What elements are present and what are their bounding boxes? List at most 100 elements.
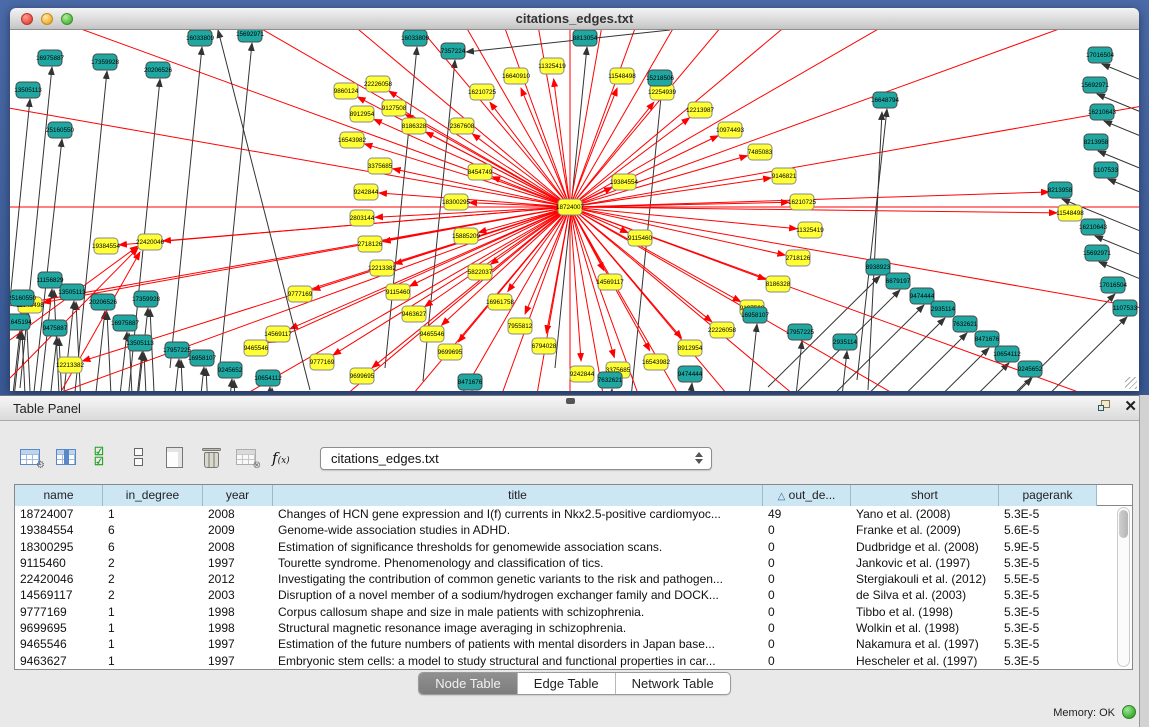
graph-edge[interactable]	[150, 309, 164, 391]
graph-edge[interactable]	[174, 367, 204, 391]
clear-selection-icon[interactable]	[126, 445, 153, 471]
table-tabs-bar: Node Table Edge Table Network Table	[0, 672, 1149, 695]
table-row[interactable]: 2242004622012Investigating the contribut…	[15, 571, 1132, 587]
table-row[interactable]: 1938455462009Genome-wide association stu…	[15, 522, 1132, 538]
column-header-name[interactable]: name	[15, 485, 103, 506]
table-cell: 5.3E-5	[999, 604, 1097, 620]
graph-node-label: 12213382	[368, 265, 397, 272]
select-rows-icon[interactable]	[90, 445, 117, 471]
graph-edge[interactable]	[570, 30, 1139, 207]
graph-edge[interactable]	[570, 30, 796, 207]
graph-node-label: 16210643	[1079, 224, 1108, 231]
canvas-resize-grip[interactable]	[1125, 377, 1137, 389]
graph-edge[interactable]	[855, 333, 967, 391]
table-cell: 0	[763, 636, 851, 652]
graph-node-label: 2935114	[931, 306, 956, 313]
graph-edge[interactable]	[570, 30, 1139, 207]
graph-node-label: 2718126	[786, 255, 811, 262]
graph-edge[interactable]	[1015, 317, 1127, 391]
table-row[interactable]: 946554611997Estimation of the future num…	[15, 636, 1132, 652]
graph-edge[interactable]	[272, 388, 286, 391]
graph-edge[interactable]	[582, 389, 612, 391]
table-row[interactable]: 977716911998Corpus callosum shape and si…	[15, 604, 1132, 620]
column-header-pagerank[interactable]: pagerank	[999, 485, 1097, 506]
graph-edge[interactable]	[857, 109, 887, 380]
graph-edge[interactable]	[570, 207, 682, 338]
graph-edge[interactable]	[570, 30, 1139, 207]
table-panel-title: Table Panel	[13, 401, 81, 416]
table-cell: 2003	[203, 587, 273, 603]
graph-edge[interactable]	[1108, 179, 1139, 215]
column-header-in_degree[interactable]: in_degree	[103, 485, 203, 506]
graph-edge[interactable]	[234, 380, 248, 391]
graph-edge[interactable]	[1104, 121, 1139, 157]
table-panel-header: Table Panel ✕	[0, 396, 1149, 421]
graph-node-label: 12213987	[686, 107, 715, 114]
tab-node-table[interactable]: Node Table	[419, 673, 518, 694]
table-selector-dropdown[interactable]: citations_edges.txt	[320, 447, 712, 470]
graph-node-label: 11548498	[1056, 210, 1084, 217]
close-panel-icon[interactable]: ✕	[1124, 400, 1137, 413]
graph-node-label: 7632621	[953, 321, 978, 328]
graph-edge[interactable]	[405, 114, 570, 207]
table-cell: 5.3E-5	[999, 506, 1097, 522]
table-row[interactable]: 969969511998Structural magnetic resonanc…	[15, 620, 1132, 636]
graph-edge[interactable]	[812, 305, 924, 391]
graph-edge[interactable]	[877, 348, 989, 391]
graph-edge[interactable]	[379, 193, 570, 207]
table-panel: Table Panel ✕ ⚙ ⊗ f(x) citations_edges.t…	[0, 395, 1149, 727]
tab-network-table[interactable]: Network Table	[616, 673, 730, 694]
column-header-short[interactable]: short	[851, 485, 999, 506]
select-column-icon[interactable]	[54, 445, 81, 471]
graph-edge[interactable]	[82, 207, 570, 361]
graph-edge[interactable]	[570, 30, 1139, 207]
graph-edge[interactable]	[425, 207, 570, 307]
graph-node-label: 9777169	[288, 291, 313, 298]
table-row[interactable]: 1456911722003Disruption of a novel membe…	[15, 587, 1132, 603]
table-row[interactable]: 1872400712008Changes of HCN gene express…	[15, 506, 1132, 522]
tab-edge-table[interactable]: Edge Table	[518, 673, 616, 694]
graph-edge[interactable]	[570, 207, 766, 279]
column-header-title[interactable]: title	[273, 485, 763, 506]
table-vertical-scrollbar[interactable]	[1117, 507, 1130, 667]
graph-edge[interactable]	[570, 30, 1139, 207]
graph-edge[interactable]	[144, 353, 158, 391]
graph-edge[interactable]	[466, 30, 670, 52]
table-cell: Tourette syndrome. Phenomenology and cla…	[273, 555, 763, 571]
graph-edge[interactable]	[772, 341, 802, 391]
graph-edge[interactable]	[920, 378, 1032, 391]
network-canvas[interactable]: 1872400798601242222605889129549127508818…	[10, 30, 1139, 391]
graph-edge[interactable]	[833, 318, 945, 391]
table-settings-icon[interactable]: ⚙	[18, 445, 45, 471]
delete-table-icon[interactable]	[198, 445, 225, 471]
graph-edge[interactable]	[662, 383, 692, 391]
table-row[interactable]: 911546021997Tourette syndrome. Phenomeno…	[15, 555, 1132, 571]
float-panel-icon[interactable]	[1098, 400, 1112, 413]
table-row[interactable]: 946362711997Embryonic stem cells: a mode…	[15, 653, 1132, 669]
graph-node-label: 22420046	[136, 239, 165, 246]
column-header-year[interactable]: year	[203, 485, 273, 506]
window-titlebar[interactable]: citations_edges.txt	[10, 8, 1139, 30]
graph-edge[interactable]	[570, 156, 748, 207]
table-cell: Investigating the contribution of common…	[273, 571, 763, 587]
graph-edge[interactable]	[570, 30, 1139, 207]
column-header-out_de[interactable]: △ out_de...	[763, 485, 851, 506]
new-table-icon[interactable]	[162, 445, 189, 471]
graph-node-label: 9860124	[334, 88, 359, 95]
graph-edge[interactable]	[508, 207, 570, 292]
graph-edge[interactable]	[570, 207, 785, 255]
graph-edge[interactable]	[570, 207, 581, 361]
table-cell: 9699695	[15, 620, 103, 636]
graph-edge[interactable]	[897, 363, 1009, 391]
graph-edge[interactable]	[125, 30, 570, 207]
table-cell: 1997	[203, 555, 273, 571]
graph-edge[interactable]	[389, 91, 570, 207]
table-cell: 18300295	[15, 539, 103, 555]
function-builder-icon[interactable]: f(x)	[270, 445, 297, 471]
graph-edge[interactable]	[112, 352, 142, 391]
panel-drag-handle[interactable]	[566, 398, 575, 404]
scrollbar-thumb[interactable]	[1119, 510, 1128, 538]
graph-node-label: 15692971	[236, 31, 265, 38]
table-row[interactable]: 1830029562008Estimation of significance …	[15, 539, 1132, 555]
graph-edge[interactable]	[75, 71, 107, 391]
